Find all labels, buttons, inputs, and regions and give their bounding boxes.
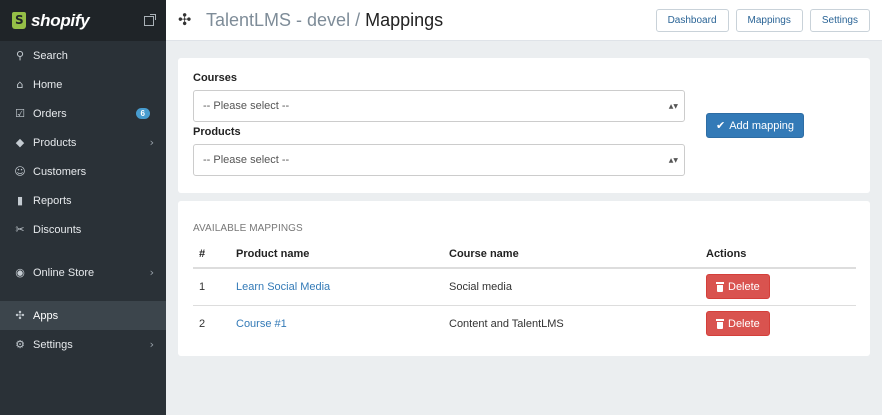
sidebar-item-home[interactable]: ⌂ Home bbox=[0, 70, 166, 99]
trash-icon bbox=[716, 318, 724, 329]
table-row: 2 Course #1 Content and TalentLMS Delete bbox=[193, 304, 856, 342]
column-header: Course name bbox=[443, 241, 700, 269]
delete-button[interactable]: Delete bbox=[706, 311, 770, 337]
sidebar-spacer bbox=[0, 287, 166, 301]
column-header: # bbox=[193, 241, 230, 269]
check-icon: ✔ bbox=[716, 119, 726, 132]
actions-cell: Delete bbox=[700, 304, 856, 342]
courses-select-value: -- Please select -- bbox=[203, 100, 290, 112]
home-icon: ⌂ bbox=[16, 78, 24, 91]
page-header: ✣ TalentLMS - devel / Mappings Dashboard… bbox=[166, 0, 882, 41]
product-name-cell: Learn Social Media bbox=[230, 268, 443, 305]
products-label: Products bbox=[193, 126, 241, 138]
breadcrumb-separator: / bbox=[355, 9, 361, 30]
external-link-icon[interactable] bbox=[144, 13, 156, 26]
sidebar-item-apps[interactable]: ✣ Apps bbox=[0, 301, 166, 330]
mappings-table: # Product name Course name Actions 1 Lea… bbox=[193, 241, 856, 342]
sidebar-nav: ⚲ Search ⌂ Home ☑ Orders 6 ◆ Products › ☺ Custo… bbox=[0, 41, 166, 359]
orders-icon: ☑ bbox=[15, 107, 25, 120]
sidebar-item-reports[interactable]: ▮ Reports bbox=[0, 186, 166, 215]
row-number: 1 bbox=[199, 280, 206, 293]
delete-button[interactable]: Delete bbox=[706, 274, 770, 300]
course-name-cell: Content and TalentLMS bbox=[443, 304, 700, 342]
orders-count-badge: 6 bbox=[135, 108, 150, 119]
settings-button[interactable]: Settings bbox=[809, 8, 870, 32]
chevron-right-icon: › bbox=[149, 338, 154, 351]
chevron-right-icon: › bbox=[149, 266, 154, 279]
product-link[interactable]: Learn Social Media bbox=[236, 281, 330, 293]
column-header: Actions bbox=[700, 241, 856, 269]
sidebar-item-online-store[interactable]: ◉ Online Store › bbox=[0, 258, 166, 287]
search-icon: ⚲ bbox=[15, 49, 25, 62]
trash-icon bbox=[716, 281, 724, 292]
product-link[interactable]: Course #1 bbox=[236, 318, 287, 330]
mappings-button[interactable]: Mappings bbox=[735, 8, 803, 32]
app-name[interactable]: TalentLMS - devel bbox=[206, 10, 350, 30]
sidebar-item-products[interactable]: ◆ Products › bbox=[0, 128, 166, 157]
current-page-name: Mappings bbox=[365, 9, 444, 30]
select-caret-icon: ▲▼ bbox=[668, 157, 678, 164]
sidebar-item-settings[interactable]: ⚙ Settings › bbox=[0, 330, 166, 359]
sidebar-item-customers[interactable]: ☺ Customers bbox=[0, 157, 166, 186]
bar-chart-icon: ▮ bbox=[16, 194, 24, 207]
sidebar-item-orders[interactable]: ☑ Orders 6 bbox=[0, 99, 166, 128]
add-mapping-button[interactable]: ✔ Add mapping bbox=[706, 113, 805, 138]
puzzle-icon: ✣ bbox=[178, 10, 192, 29]
sidebar-item-discounts[interactable]: ✂ Discounts bbox=[0, 215, 166, 244]
shopify-logo[interactable]: shopify bbox=[12, 11, 144, 31]
gear-icon: ⚙ bbox=[15, 338, 25, 351]
puzzle-icon: ✣ bbox=[15, 309, 25, 322]
logo-text: shopify bbox=[31, 10, 90, 30]
column-header: Product name bbox=[230, 241, 443, 269]
mappings-card: AVAILABLE MAPPINGS # Product name Course… bbox=[178, 201, 870, 356]
sidebar-item-search[interactable]: ⚲ Search bbox=[0, 41, 166, 70]
courses-label: Courses bbox=[193, 72, 238, 84]
select-caret-icon: ▲▼ bbox=[668, 103, 678, 110]
table-row: 1 Learn Social Media Social media Delete bbox=[193, 268, 856, 305]
row-number: 2 bbox=[193, 304, 230, 342]
shopify-bag-icon bbox=[12, 12, 26, 29]
dashboard-button[interactable]: Dashboard bbox=[655, 8, 729, 32]
chevron-right-icon: › bbox=[149, 136, 154, 149]
page-title: TalentLMS - devel / Mappings bbox=[206, 10, 649, 31]
sidebar: shopify ⚲Search ⌂Home ☑Orders6 ◆Products… bbox=[0, 0, 166, 415]
sidebar-header: shopify bbox=[0, 0, 166, 41]
products-select-value: -- Please select -- bbox=[203, 154, 290, 166]
globe-icon: ◉ bbox=[15, 266, 25, 279]
course-name-cell: Social media bbox=[449, 280, 512, 293]
tag-icon: ◆ bbox=[15, 136, 25, 149]
available-mappings-heading: AVAILABLE MAPPINGS bbox=[193, 223, 303, 234]
mapping-form-card: Courses -- Please select -- ▲▼ Products … bbox=[178, 58, 870, 193]
courses-select[interactable]: -- Please select -- ▲▼ bbox=[193, 90, 685, 122]
discount-icon: ✂ bbox=[15, 223, 25, 236]
actions-cell: Delete bbox=[700, 268, 856, 305]
customers-icon: ☺ bbox=[14, 165, 26, 178]
table-header-row: # Product name Course name Actions bbox=[193, 241, 856, 269]
products-select[interactable]: -- Please select -- ▲▼ bbox=[193, 144, 685, 176]
product-name-cell: Course #1 bbox=[230, 304, 443, 342]
sidebar-spacer bbox=[0, 244, 166, 258]
